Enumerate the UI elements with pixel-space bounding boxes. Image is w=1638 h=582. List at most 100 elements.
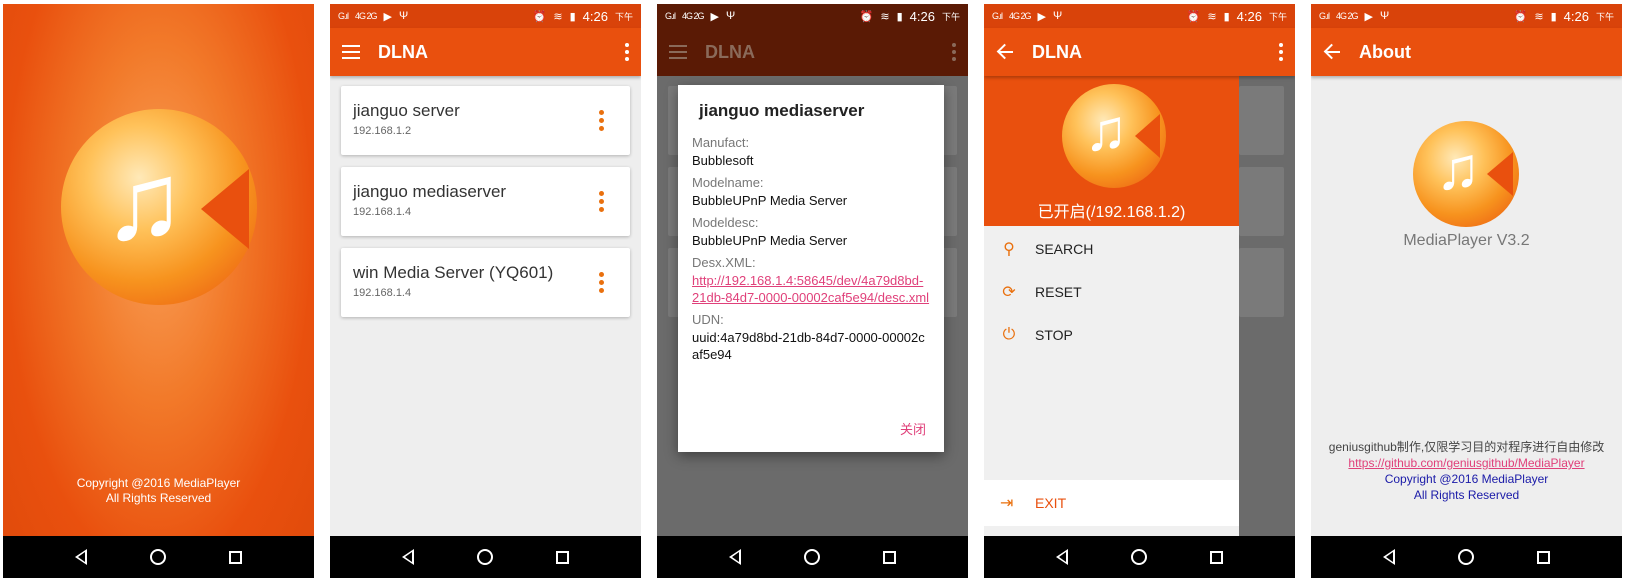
- back-arrow-icon[interactable]: [1323, 44, 1341, 60]
- device-card[interactable]: jianguo mediaserver 192.168.1.4: [341, 167, 630, 236]
- back-nav-icon[interactable]: [728, 549, 741, 565]
- device-card[interactable]: jianguo server 192.168.1.2: [341, 86, 630, 155]
- device-ip: 192.168.1.4: [353, 287, 412, 299]
- status-bar: G.ıl 4G 2G ▶ Ψ ⏰ ≋ ▮ 4:26 下午: [984, 4, 1295, 28]
- overflow-menu-icon[interactable]: [1279, 43, 1283, 61]
- search-icon: ⚲: [1003, 241, 1015, 258]
- navigation-bar: [3, 536, 314, 578]
- drawer-item-search[interactable]: ⚲ SEARCH: [984, 229, 1239, 269]
- play-icon: ▶: [383, 10, 392, 23]
- alarm-icon: ⏰: [1513, 10, 1528, 23]
- recents-nav-icon[interactable]: [556, 550, 570, 564]
- modeldesc-label: Modeldesc:: [692, 215, 759, 230]
- exit-icon: ⇥: [1000, 495, 1014, 512]
- mediaplayer-logo-icon: ♫: [61, 109, 257, 305]
- drawer-item-stop[interactable]: ⏻ STOP: [984, 315, 1239, 355]
- modeldesc-value: BubbleUPnP Media Server: [692, 233, 848, 248]
- network-type-icon: 4G 2G: [1009, 11, 1031, 21]
- battery-icon: ▮: [1550, 10, 1557, 23]
- app-version: MediaPlayer V3.2: [1403, 232, 1530, 249]
- manufact-value: Bubblesoft: [692, 153, 754, 168]
- drawer-item-exit[interactable]: ⇥ EXIT: [984, 480, 1239, 526]
- recents-nav-icon[interactable]: [883, 550, 897, 564]
- home-nav-icon[interactable]: [1457, 549, 1474, 565]
- home-nav-icon[interactable]: [149, 549, 166, 565]
- signal-icon: G.ıl: [992, 11, 1003, 21]
- navigation-bar: [1311, 536, 1622, 578]
- back-nav-icon[interactable]: [1382, 549, 1395, 565]
- play-icon: ▶: [1037, 10, 1046, 23]
- back-nav-icon[interactable]: [1055, 549, 1068, 565]
- drawer-item-label: EXIT: [1035, 495, 1067, 511]
- modelname-value: BubbleUPnP Media Server: [692, 193, 848, 208]
- home-nav-icon[interactable]: [1130, 549, 1147, 565]
- close-button[interactable]: 关闭: [900, 419, 926, 438]
- page-title: About: [1359, 41, 1411, 62]
- clock: 4:26: [582, 8, 608, 24]
- splash-copyright: Copyright @2016 MediaPlayer All Rights R…: [3, 476, 314, 506]
- desc-xml-label: Desx.XML:: [692, 255, 756, 270]
- drawer-item-label: STOP: [1035, 327, 1073, 343]
- recents-nav-icon[interactable]: [1210, 550, 1224, 564]
- device-info-dialog: jianguo mediaserver Manufact: Bubblesoft…: [678, 85, 944, 452]
- play-icon: ▶: [710, 10, 719, 23]
- power-icon: ⏻: [1002, 326, 1016, 343]
- page-title: DLNA: [1032, 41, 1082, 62]
- back-nav-icon[interactable]: [401, 549, 414, 565]
- music-note-icon: ♫: [1435, 135, 1481, 202]
- drawer-header: ♫ 已开启(/192.168.1.2): [984, 76, 1239, 226]
- splash-screen: ♫ Copyright @2016 MediaPlayer All Rights…: [3, 4, 314, 578]
- app-bar: About: [1311, 28, 1622, 76]
- drawer-item-reset[interactable]: ⟳ RESET: [984, 272, 1239, 312]
- copyright-line-1: Copyright @2016 MediaPlayer: [1384, 472, 1549, 486]
- usb-icon: Ψ: [726, 10, 736, 22]
- home-nav-icon[interactable]: [476, 549, 493, 565]
- clock: 4:26: [1236, 8, 1262, 24]
- recents-nav-icon[interactable]: [229, 550, 243, 564]
- clock-ampm: 下午: [1268, 11, 1287, 22]
- video-camera-icon: [1487, 152, 1513, 196]
- app-bar: DLNA: [984, 28, 1295, 76]
- recents-nav-icon[interactable]: [1537, 550, 1551, 564]
- wifi-icon: ≋: [880, 10, 890, 23]
- device-card[interactable]: win Media Server (YQ601) 192.168.1.4: [341, 248, 630, 317]
- github-link[interactable]: https://github.com/geniusgithub/MediaPla…: [1311, 455, 1622, 471]
- back-nav-icon[interactable]: [74, 549, 87, 565]
- status-bar: G.ıl 4G 2G ▶ Ψ ⏰ ≋ ▮ 4:26 下午: [657, 4, 968, 28]
- menu-icon[interactable]: [342, 45, 360, 59]
- author-note: geniusgithub制作,仅限学习目的对程序进行自由修改: [1328, 440, 1605, 454]
- server-status: 已开启(/192.168.1.2): [1037, 204, 1186, 221]
- home-nav-icon[interactable]: [803, 549, 820, 565]
- device-more-icon[interactable]: [599, 191, 604, 212]
- udn-value: uuid:4a79d8bd-21db-84d7-0000-00002caf5e9…: [692, 330, 925, 362]
- navigation-bar: [330, 536, 641, 578]
- device-ip: 192.168.1.4: [353, 206, 412, 218]
- modelname-label: Modelname:: [692, 175, 764, 190]
- copyright-line-2: All Rights Reserved: [105, 491, 212, 505]
- clock-ampm: 下午: [941, 11, 960, 22]
- wifi-icon: ≋: [1207, 10, 1217, 23]
- clock-ampm: 下午: [614, 11, 633, 22]
- back-arrow-icon[interactable]: [996, 44, 1014, 60]
- app-bar: DLNA: [330, 28, 641, 76]
- battery-icon: ▮: [1223, 10, 1230, 23]
- desc-xml-link[interactable]: http://192.168.1.4:58645/dev/4a79d8bd-21…: [692, 272, 930, 306]
- device-more-icon[interactable]: [599, 272, 604, 293]
- drawer-screen: G.ıl 4G 2G ▶ Ψ ⏰ ≋ ▮ 4:26 下午 DLNA ♫ 已开启(…: [984, 4, 1295, 578]
- device-name: jianguo server: [353, 101, 460, 120]
- drawer-item-label: SEARCH: [1035, 241, 1094, 257]
- menu-icon: [669, 45, 687, 59]
- signal-icon: G.ıl: [338, 11, 349, 21]
- device-more-icon[interactable]: [599, 110, 604, 131]
- device-name: win Media Server (YQ601): [353, 263, 554, 282]
- wifi-icon: ≋: [1534, 10, 1544, 23]
- device-name: jianguo mediaserver: [353, 182, 507, 201]
- usb-icon: Ψ: [399, 10, 409, 22]
- overflow-menu-icon[interactable]: [625, 43, 629, 61]
- clock: 4:26: [1563, 8, 1589, 24]
- battery-icon: ▮: [569, 10, 576, 23]
- manufact-label: Manufact:: [692, 135, 750, 150]
- dimmed-card: [1239, 86, 1284, 155]
- signal-icon: G.ıl: [665, 11, 676, 21]
- dlna-list-screen: G.ıl 4G 2G ▶ Ψ ⏰ ≋ ▮ 4:26 下午 DLNA jiangu…: [330, 4, 641, 578]
